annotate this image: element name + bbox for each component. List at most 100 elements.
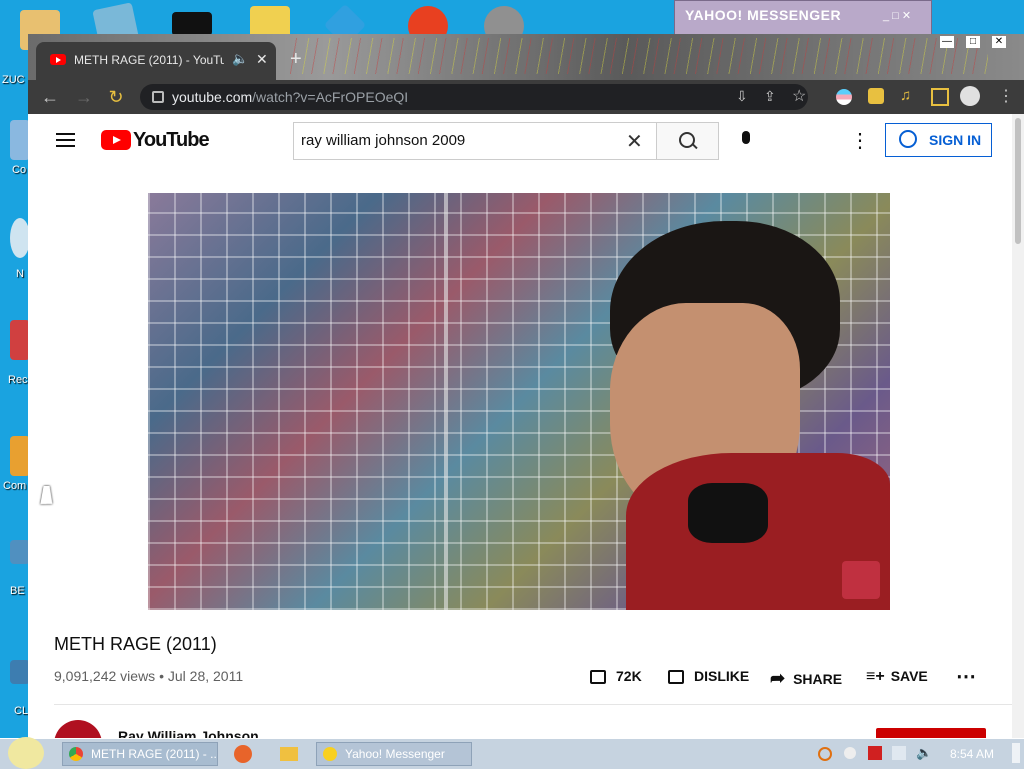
scrollbar-thumb[interactable] <box>1015 118 1021 244</box>
taskbar-button-yahoo[interactable]: Yahoo! Messenger <box>316 742 472 766</box>
hamburger-menu-icon[interactable] <box>56 133 75 147</box>
page-scrollbar[interactable] <box>1012 114 1024 738</box>
desktop-icon-5[interactable] <box>10 436 30 476</box>
thumbs-down-icon <box>668 670 684 685</box>
titlebar-decoration <box>288 38 988 74</box>
forward-arrow-icon[interactable]: → <box>74 87 94 107</box>
start-button[interactable] <box>8 737 44 769</box>
playlist-add-icon: ≡+ <box>866 668 885 685</box>
bookmark-star-icon[interactable]: ☆ <box>792 86 806 106</box>
desktop-icon-label: Co <box>12 164 27 176</box>
youtube-logo-icon <box>101 130 131 150</box>
window-close-icon[interactable]: ✕ <box>992 36 1006 48</box>
desktop-icon-label: BE <box>10 585 25 597</box>
url-host: youtube.com <box>172 89 253 105</box>
video-corner-line <box>444 193 448 610</box>
browser-titlebar[interactable]: METH RAGE (2011) - YouTube 🔈 ✕ + — □ ✕ <box>28 34 1024 80</box>
taskbar-button-chrome[interactable]: METH RAGE (2011) - ... <box>62 742 218 766</box>
share-icon[interactable]: ⇪ <box>764 88 776 105</box>
desktop-icon-label: Rec <box>8 374 28 386</box>
desktop-icon-3[interactable] <box>10 218 30 258</box>
tray-volume-icon[interactable]: 🔈 <box>916 745 932 761</box>
url-path: /watch?v=AcFrOPEOeQI <box>252 89 409 105</box>
browser-menu-icon[interactable]: ⋮ <box>998 86 1014 106</box>
extension-flag-icon[interactable] <box>836 89 852 105</box>
desktop-icon-label: Com <box>3 480 27 492</box>
lock-icon <box>152 91 164 103</box>
extensions-puzzle-icon[interactable] <box>868 88 884 104</box>
side-panel-icon[interactable] <box>931 88 949 106</box>
dislike-button[interactable]: DISLIKE <box>668 668 750 685</box>
clear-search-icon[interactable]: ✕ <box>626 129 643 154</box>
video-title: METH RAGE (2011) <box>54 634 217 654</box>
window-maximize-icon[interactable]: □ <box>966 36 980 48</box>
video-player[interactable] <box>148 193 890 610</box>
address-bar: ← → ↻ youtube.com/watch?v=AcFrOPEOeQI ⇩ … <box>28 80 1024 114</box>
search-button[interactable] <box>656 122 719 160</box>
youtube-header: YouTube ray william johnson 2009 ✕ ⋮ SIG… <box>28 114 1024 170</box>
thumbs-up-icon <box>590 670 606 685</box>
channel-avatar[interactable] <box>54 720 102 738</box>
more-actions-icon[interactable]: ⋯ <box>956 664 976 689</box>
tab-close-icon[interactable]: ✕ <box>256 51 268 68</box>
view-count: 9,091,242 views <box>54 668 156 684</box>
channel-name[interactable]: Ray William Johnson <box>118 728 259 738</box>
sign-in-button[interactable]: SIGN IN <box>885 123 992 157</box>
save-label: SAVE <box>890 668 928 684</box>
search-input[interactable]: ray william johnson 2009 ✕ <box>293 122 656 160</box>
search-query: ray william johnson 2009 <box>301 132 466 149</box>
yahoo-window-controls[interactable]: _ □ ✕ <box>883 9 911 22</box>
tray-search-icon[interactable] <box>818 747 832 761</box>
new-tab-button[interactable]: + <box>290 48 302 71</box>
taskbar-clock[interactable]: 8:54 AM <box>950 747 994 761</box>
tab-audio-icon[interactable]: 🔈 <box>232 51 248 67</box>
channel-watermark-icon[interactable] <box>842 561 880 599</box>
save-button[interactable]: ≡+ SAVE <box>866 668 928 686</box>
reload-icon[interactable]: ↻ <box>106 87 126 107</box>
settings-menu-icon[interactable]: ⋮ <box>850 128 870 153</box>
chrome-icon <box>69 747 83 761</box>
upload-date: Jul 28, 2011 <box>167 668 244 684</box>
taskbar: METH RAGE (2011) - ... Yahoo! Messenger … <box>0 737 1024 769</box>
browser-tab[interactable]: METH RAGE (2011) - YouTube 🔈 ✕ <box>36 42 276 80</box>
install-icon[interactable]: ⇩ <box>736 88 748 105</box>
taskbar-button-label: Yahoo! Messenger <box>345 747 445 761</box>
url-text: youtube.com/watch?v=AcFrOPEOeQI <box>172 89 408 105</box>
browser-window: METH RAGE (2011) - YouTube 🔈 ✕ + — □ ✕ ←… <box>28 34 1024 738</box>
like-button[interactable]: 72K <box>590 668 642 685</box>
window-minimize-icon[interactable]: — <box>940 36 954 48</box>
desktop-icon-6[interactable] <box>10 540 30 564</box>
desktop-icon-2[interactable] <box>10 120 30 160</box>
desktop-icon-4[interactable] <box>10 320 30 360</box>
share-button[interactable]: ➦ SHARE <box>770 668 842 689</box>
back-arrow-icon[interactable]: ← <box>40 87 60 107</box>
desktop-icon-7[interactable] <box>10 660 30 684</box>
desktop-icon-label: CL <box>14 705 29 717</box>
tray-network-icon[interactable] <box>892 746 906 760</box>
dislike-label: DISLIKE <box>694 668 750 684</box>
show-desktop-button[interactable] <box>1012 743 1020 763</box>
firefox-icon[interactable] <box>234 745 252 763</box>
tray-status-icon[interactable] <box>844 747 856 759</box>
subscribe-button[interactable] <box>876 728 986 738</box>
url-input[interactable]: youtube.com/watch?v=AcFrOPEOeQI ⇩ ⇪ ☆ <box>140 84 808 110</box>
folder-icon[interactable] <box>280 747 298 761</box>
like-count: 72K <box>616 668 642 684</box>
desktop-icon-label: ZUC <box>2 74 25 86</box>
yahoo-smiley-icon <box>323 747 337 761</box>
tray-security-icon[interactable] <box>868 746 882 760</box>
profile-avatar-icon[interactable] <box>960 86 980 106</box>
youtube-logo-text: YouTube <box>133 129 210 151</box>
taskbar-button-label: METH RAGE (2011) - ... <box>91 747 218 761</box>
microphone-icon[interactable] <box>742 131 750 144</box>
desktop-icon-label: N <box>16 268 24 280</box>
video-person-shirt <box>688 483 768 543</box>
media-control-icon[interactable]: ♫ <box>900 87 911 104</box>
share-label: SHARE <box>793 671 843 687</box>
tab-title: METH RAGE (2011) - YouTube <box>74 53 224 67</box>
divider <box>54 704 1014 705</box>
youtube-favicon-icon <box>50 54 66 65</box>
share-arrow-icon: ➦ <box>770 668 786 688</box>
desktop-top-icon[interactable] <box>172 12 212 36</box>
yahoo-messenger-window[interactable]: YAHOO! MESSENGER _ □ ✕ <box>674 0 932 36</box>
